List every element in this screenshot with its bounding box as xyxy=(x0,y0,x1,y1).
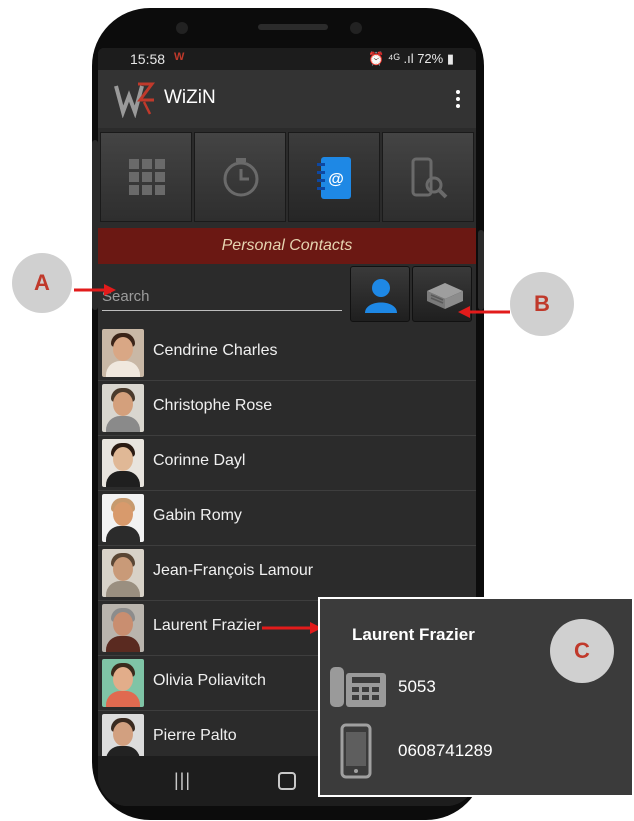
status-time: 15:58 xyxy=(130,51,166,67)
contact-row[interactable]: Corinne Dayl xyxy=(98,436,476,491)
arrow-c-icon xyxy=(262,622,322,634)
front-camera xyxy=(176,22,188,34)
contact-name: Jean-François Lamour xyxy=(153,562,314,579)
status-bar: 15:58 W ⏰ ⁴ᴳ .ıl 72% ▮ xyxy=(98,48,476,70)
home-icon[interactable] xyxy=(278,772,296,790)
wizin-logo xyxy=(114,82,155,118)
contact-row[interactable]: Gabin Romy xyxy=(98,491,476,546)
avatar xyxy=(102,384,144,432)
arrow-a-icon xyxy=(74,284,116,296)
person-icon xyxy=(365,279,397,313)
avatar xyxy=(102,329,144,377)
callout-b: B xyxy=(510,272,574,336)
overflow-menu-icon[interactable] xyxy=(454,88,462,112)
contact-row[interactable]: Christophe Rose xyxy=(98,381,476,436)
desk-phone-icon[interactable] xyxy=(328,663,388,711)
status-icons: ⏰ ⁴ᴳ .ıl 72% ▮ xyxy=(368,51,454,66)
avatar xyxy=(102,494,144,542)
contact-row[interactable]: Cendrine Charles xyxy=(98,326,476,381)
avatar xyxy=(102,714,144,762)
section-title: Personal Contacts xyxy=(98,228,476,264)
contact-name: Olivia Poliavitch xyxy=(153,672,266,689)
tab-contacts[interactable]: @ xyxy=(288,132,380,222)
search-row xyxy=(98,266,476,322)
contact-detail-popup: Laurent Frazier C 5053 0608741289 xyxy=(318,597,634,797)
avatar xyxy=(102,659,144,707)
recent-apps-icon[interactable]: ||| xyxy=(174,770,191,791)
search-input[interactable] xyxy=(102,282,342,311)
arrow-b-icon xyxy=(458,306,510,318)
contact-name: Laurent Frazier xyxy=(153,617,262,634)
tab-bar: @ xyxy=(98,132,476,224)
contacts-book-icon: @ xyxy=(317,157,351,199)
app-bar: WiZiN xyxy=(98,70,476,128)
avatar xyxy=(102,604,144,652)
contact-name: Corinne Dayl xyxy=(153,452,246,469)
mobile-phone-icon[interactable] xyxy=(340,723,372,779)
tab-history[interactable] xyxy=(194,132,286,222)
contact-name: Gabin Romy xyxy=(153,507,242,524)
directory-search-icon xyxy=(411,157,448,199)
avatar xyxy=(102,439,144,487)
contact-name: Pierre Palto xyxy=(153,727,237,744)
tab-directory[interactable] xyxy=(382,132,474,222)
contact-row[interactable]: Jean-François Lamour xyxy=(98,546,476,601)
power-button xyxy=(478,230,484,310)
earpiece-speaker xyxy=(258,24,328,30)
front-sensor xyxy=(350,22,362,34)
popup-mobile-number[interactable]: 0608741289 xyxy=(398,741,493,761)
tab-dialpad[interactable] xyxy=(100,132,192,222)
popup-contact-name: Laurent Frazier xyxy=(352,625,475,644)
status-app-indicator: W xyxy=(174,51,185,63)
contact-name: Cendrine Charles xyxy=(153,342,278,359)
personal-contacts-button[interactable] xyxy=(350,266,410,322)
contact-name: Christophe Rose xyxy=(153,397,273,414)
avatar xyxy=(102,549,144,597)
callout-a: A xyxy=(12,253,72,313)
callout-c: C xyxy=(550,619,614,683)
history-clock-icon xyxy=(223,158,259,197)
app-title: WiZiN xyxy=(164,87,216,108)
popup-office-number[interactable]: 5053 xyxy=(398,677,436,697)
dialpad-grid-icon xyxy=(129,159,165,195)
svg-text:@: @ xyxy=(328,171,344,188)
